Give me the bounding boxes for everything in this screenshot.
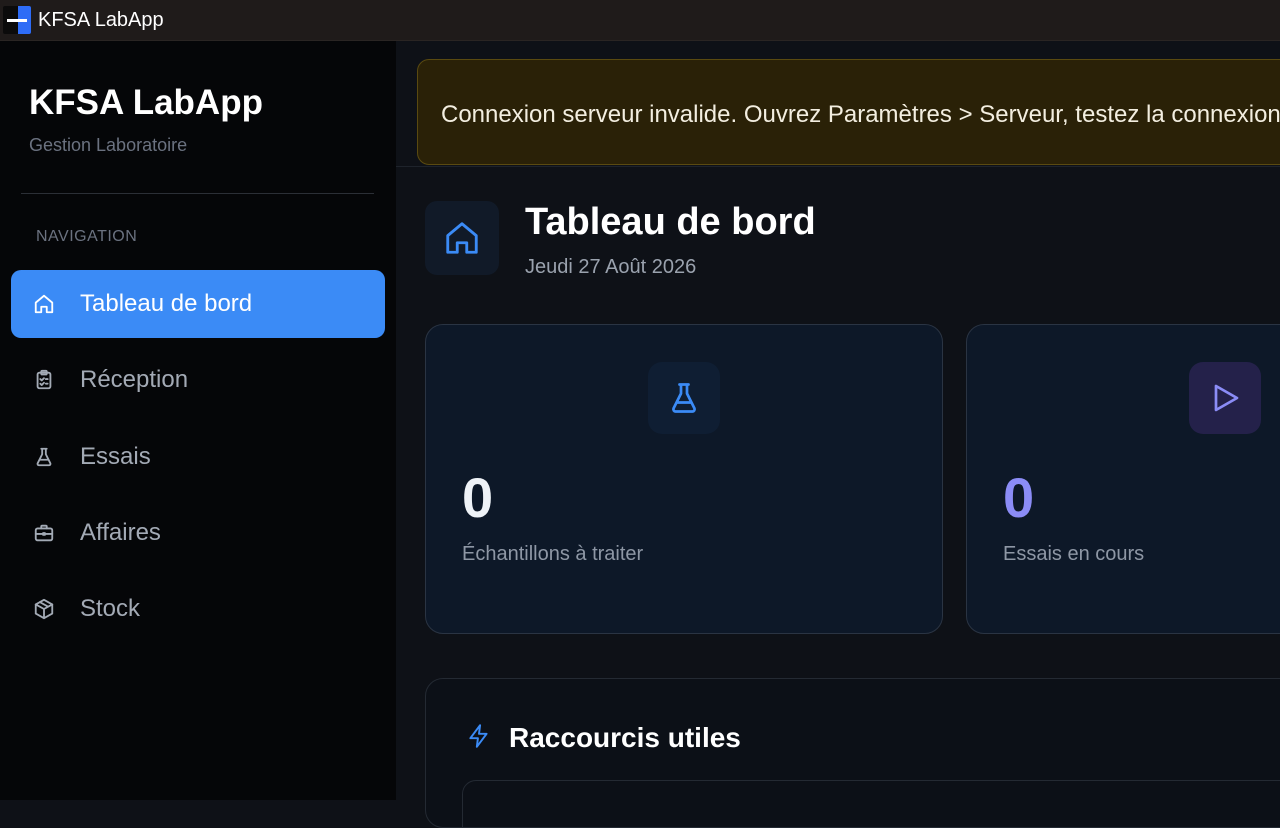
stat-label: Échantillons à traiter	[462, 543, 644, 565]
flask-icon	[672, 383, 696, 413]
brand-subtitle: Gestion Laboratoire	[29, 135, 188, 155]
box-icon	[33, 598, 55, 620]
sidebar-item-essais[interactable]: Essais	[11, 423, 385, 491]
page-title: Tableau de bord	[525, 201, 816, 243]
stat-label: Essais en cours	[1003, 543, 1145, 565]
shortcuts-title: Raccourcis utiles	[509, 722, 741, 753]
stat-icon-tile	[1189, 362, 1261, 434]
sidebar-item-affaires[interactable]: Affaires	[11, 499, 385, 567]
window-title: KFSA LabApp	[38, 9, 164, 31]
sidebar-item-label: Tableau de bord	[80, 290, 253, 317]
sidebar: KFSA LabApp Gestion Laboratoire NAVIGATI…	[0, 41, 396, 800]
sidebar-item-label: Essais	[80, 443, 151, 470]
stat-card-echantillons[interactable]: 0 Échantillons à traiter	[425, 324, 943, 634]
server-warning-banner: Connexion serveur invalide. Ouvrez Param…	[417, 59, 1280, 165]
sidebar-item-label: Affaires	[80, 519, 161, 546]
banner-text: Connexion serveur invalide. Ouvrez Param…	[441, 101, 1280, 128]
nav-heading: NAVIGATION	[36, 228, 138, 245]
sidebar-item-label: Stock	[80, 595, 141, 622]
window-titlebar: KFSA LabApp	[0, 0, 1280, 41]
stat-value: 0	[1003, 466, 1035, 529]
page-icon-tile	[425, 201, 499, 275]
page-date: Jeudi 27 Août 2026	[525, 256, 697, 278]
clipboard-icon	[33, 369, 55, 391]
shortcuts-panel: Raccourcis utiles	[425, 678, 1280, 828]
play-icon	[1214, 384, 1239, 412]
briefcase-icon	[33, 522, 55, 544]
brand-title: KFSA LabApp	[29, 83, 263, 122]
sidebar-item-reception[interactable]: Réception	[11, 346, 385, 414]
home-icon	[33, 293, 55, 315]
flask-icon	[33, 446, 55, 468]
shortcut-item[interactable]	[462, 780, 1280, 827]
bolt-icon	[469, 724, 488, 748]
stat-icon-tile	[648, 362, 720, 434]
header-divider	[396, 166, 1280, 167]
home-icon	[446, 222, 478, 254]
sidebar-item-tableau-de-bord[interactable]: Tableau de bord	[11, 270, 385, 338]
app-logo-icon	[3, 6, 31, 34]
stat-value: 0	[462, 466, 494, 529]
sidebar-divider	[21, 193, 374, 194]
stat-card-essais[interactable]: 0 Essais en cours	[966, 324, 1280, 634]
sidebar-item-stock[interactable]: Stock	[11, 575, 385, 643]
sidebar-item-label: Réception	[80, 366, 189, 393]
